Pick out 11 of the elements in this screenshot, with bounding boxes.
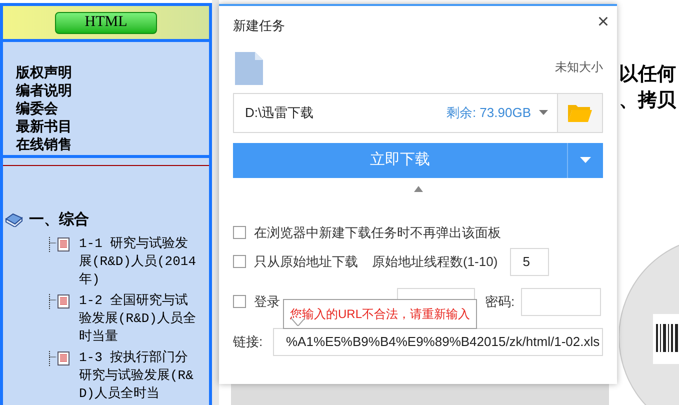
free-space-text: 剩余: 73.90GB (446, 104, 532, 122)
link-label: 链接: (233, 332, 264, 351)
page-text: 、拷贝 (619, 89, 676, 113)
thread-count-label: 原始地址线程数(1-10) (372, 252, 498, 271)
dialog-title: 新建任务 (233, 17, 285, 35)
file-size-text: 未知大小 (555, 58, 603, 76)
password-label: 密码: (485, 292, 515, 311)
option-label: 只从原始地址下载 (254, 252, 358, 271)
option-label: 登录 (254, 292, 280, 311)
page-text: 以任何 (619, 63, 676, 87)
option-label: 在浏览器中新建下载任务时不再弹出该面板 (254, 224, 501, 242)
